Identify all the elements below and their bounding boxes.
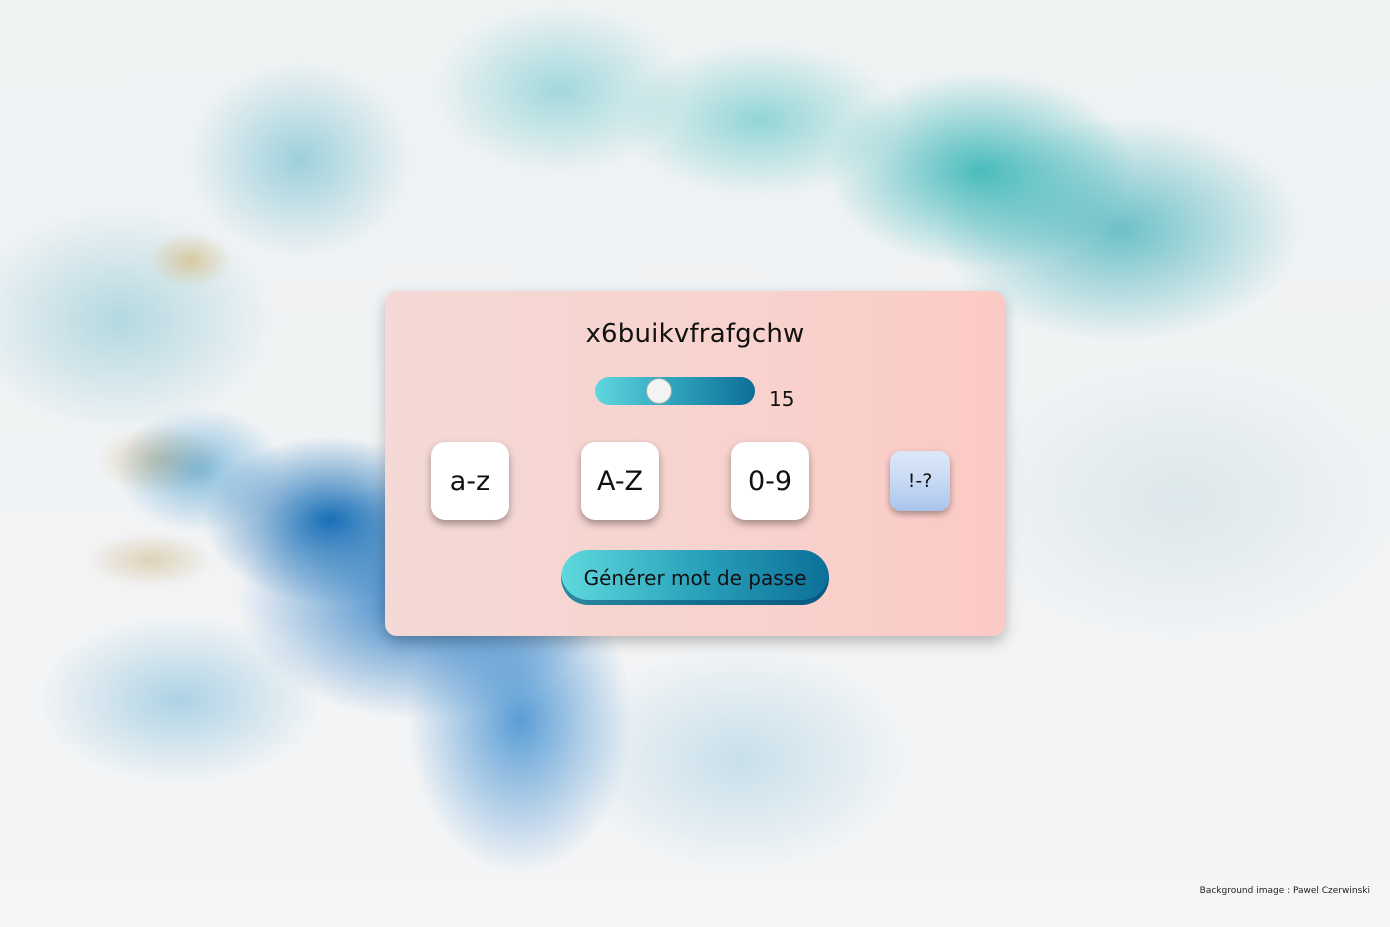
symbols-toggle[interactable]: !-? xyxy=(890,451,950,511)
background-credit: Background image : Pawel Czerwinski xyxy=(1199,886,1370,896)
generated-password: x6buikvfrafgchw xyxy=(585,319,805,349)
length-value: 15 xyxy=(769,387,795,411)
generate-password-button[interactable]: Générer mot de passe xyxy=(561,550,829,605)
length-slider[interactable] xyxy=(595,377,755,405)
length-slider-thumb[interactable] xyxy=(646,378,673,404)
password-generator-card: x6buikvfrafgchw 15 a-z A-Z 0-9 !-? Génér… xyxy=(385,291,1005,636)
lowercase-toggle[interactable]: a-z xyxy=(431,442,509,520)
digits-toggle[interactable]: 0-9 xyxy=(731,442,809,520)
uppercase-toggle[interactable]: A-Z xyxy=(581,442,659,520)
